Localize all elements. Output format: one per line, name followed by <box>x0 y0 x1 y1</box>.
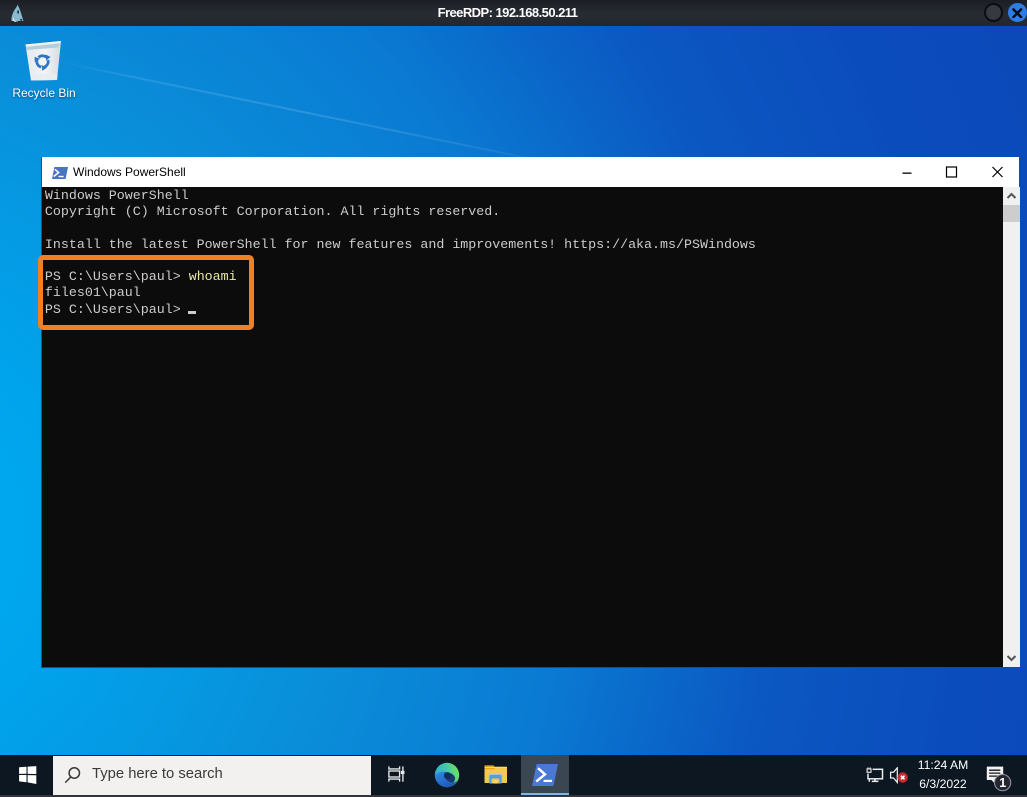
svg-text:1: 1 <box>999 776 1006 790</box>
